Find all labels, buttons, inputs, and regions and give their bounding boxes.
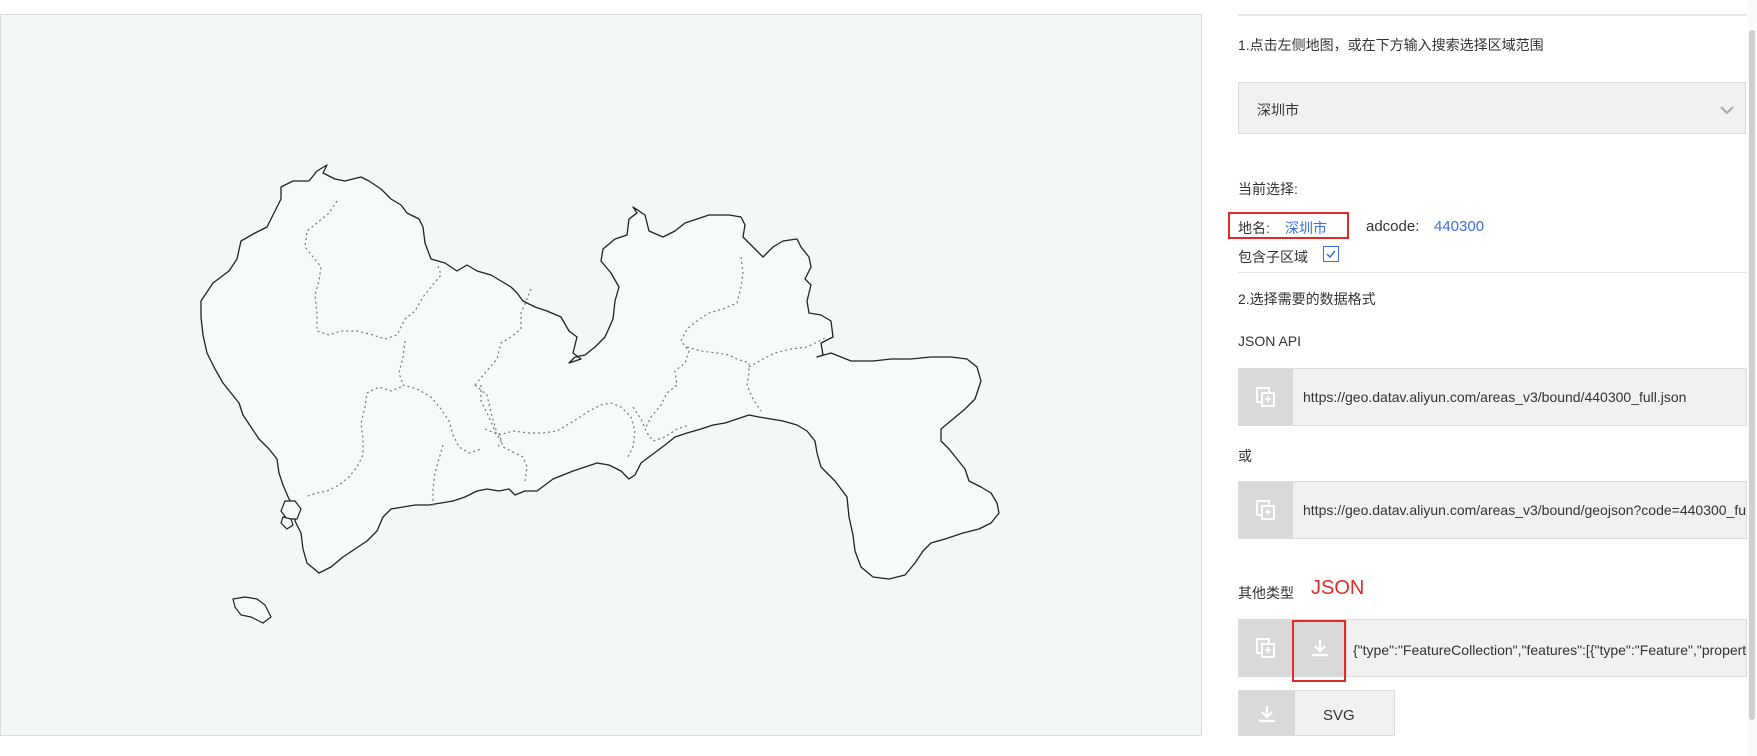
scrollbar-thumb[interactable]	[1749, 30, 1755, 720]
city-boundary[interactable]	[200, 164, 1000, 580]
other-types-label: 其他类型	[1238, 585, 1294, 601]
or-label: 或	[1238, 448, 1252, 464]
search-value: 深圳市	[1257, 102, 1299, 118]
json-api-label: JSON API	[1238, 333, 1302, 349]
name-value[interactable]: 深圳市	[1285, 218, 1327, 238]
island-2[interactable]	[280, 516, 294, 530]
download-svg-button[interactable]: SVG	[1238, 690, 1395, 736]
include-subregion-checkbox[interactable]	[1323, 246, 1339, 262]
download-icon	[1259, 706, 1275, 723]
svg-label: SVG	[1323, 707, 1355, 724]
json-format-label: JSON	[1311, 577, 1365, 599]
region-search-select[interactable]: 深圳市	[1238, 82, 1746, 134]
json-api-url-row: https://geo.datav.aliyun.com/areas_v3/bo…	[1238, 368, 1747, 426]
copy-icon	[1256, 638, 1275, 658]
geojson-url[interactable]: https://geo.datav.aliyun.com/areas_v3/bo…	[1303, 502, 1746, 518]
step1-instruction: 1.点击左侧地图，或在下方输入搜索选择区域范围	[1238, 37, 1544, 53]
step2-instruction: 2.选择需要的数据格式	[1238, 291, 1376, 307]
chevron-down-icon[interactable]	[1719, 102, 1735, 120]
map-panel[interactable]	[0, 14, 1202, 736]
name-label: 地名:	[1238, 220, 1270, 236]
section-divider	[1238, 272, 1747, 273]
download-button[interactable]	[1239, 691, 1295, 735]
json-content[interactable]: {"type":"FeatureCollection","features":[…	[1353, 640, 1746, 660]
region-map[interactable]	[1, 15, 1203, 737]
json-api-url[interactable]: https://geo.datav.aliyun.com/areas_v3/bo…	[1303, 389, 1686, 405]
adcode-label: adcode:	[1366, 218, 1420, 235]
copy-button[interactable]	[1239, 482, 1293, 538]
copy-button[interactable]	[1239, 369, 1293, 425]
copy-button[interactable]	[1239, 620, 1293, 676]
adcode-value[interactable]: 440300	[1434, 218, 1484, 235]
island-3[interactable]	[232, 596, 272, 624]
check-icon	[1326, 250, 1336, 259]
geojson-url-row: https://geo.datav.aliyun.com/areas_v3/bo…	[1238, 481, 1747, 539]
copy-icon	[1256, 387, 1275, 407]
copy-icon	[1256, 500, 1275, 520]
include-subregion-label: 包含子区域	[1238, 249, 1308, 265]
top-divider	[1238, 14, 1747, 16]
current-selection-label: 当前选择:	[1238, 181, 1298, 197]
download-highlight-box	[1292, 620, 1346, 682]
